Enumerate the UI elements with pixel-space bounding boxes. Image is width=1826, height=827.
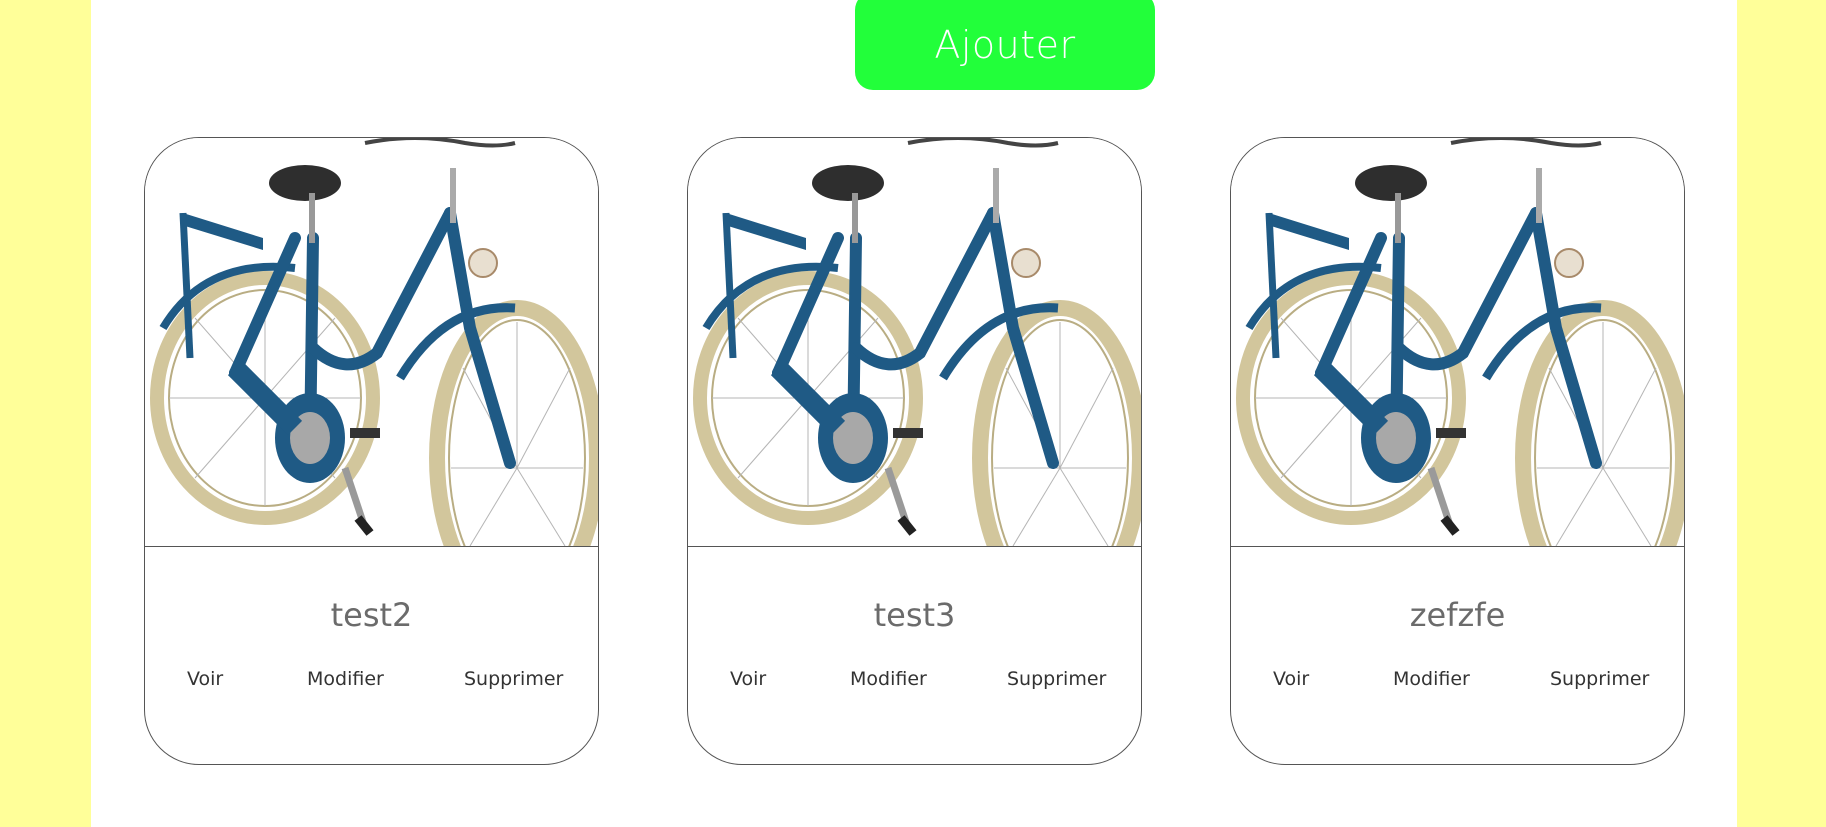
card-title: test2 bbox=[330, 596, 413, 634]
view-link[interactable]: Voir bbox=[187, 668, 223, 690]
product-card: zefzfe Voir Modifier Supprimer bbox=[1230, 137, 1685, 765]
delete-link[interactable]: Supprimer bbox=[1550, 668, 1649, 690]
product-card: test3 Voir Modifier Supprimer bbox=[687, 137, 1142, 765]
delete-link[interactable]: Supprimer bbox=[1007, 668, 1106, 690]
bike-image bbox=[145, 138, 598, 547]
bike-image bbox=[688, 138, 1141, 547]
edit-link[interactable]: Modifier bbox=[307, 668, 384, 690]
card-actions: Voir Modifier Supprimer bbox=[688, 668, 1141, 698]
add-button[interactable]: Ajouter bbox=[855, 0, 1155, 90]
edit-link[interactable]: Modifier bbox=[1393, 668, 1470, 690]
product-card: test2 Voir Modifier Supprimer bbox=[144, 137, 599, 765]
card-title: zefzfe bbox=[1409, 596, 1506, 634]
edit-link[interactable]: Modifier bbox=[850, 668, 927, 690]
view-link[interactable]: Voir bbox=[1273, 668, 1309, 690]
card-title: test3 bbox=[873, 596, 956, 634]
card-actions: Voir Modifier Supprimer bbox=[145, 668, 598, 698]
view-link[interactable]: Voir bbox=[730, 668, 766, 690]
delete-link[interactable]: Supprimer bbox=[464, 668, 563, 690]
bike-image bbox=[1231, 138, 1684, 547]
main-panel: Ajouter test2 Voir Modifier Supprimer te… bbox=[91, 0, 1737, 827]
card-actions: Voir Modifier Supprimer bbox=[1231, 668, 1684, 698]
